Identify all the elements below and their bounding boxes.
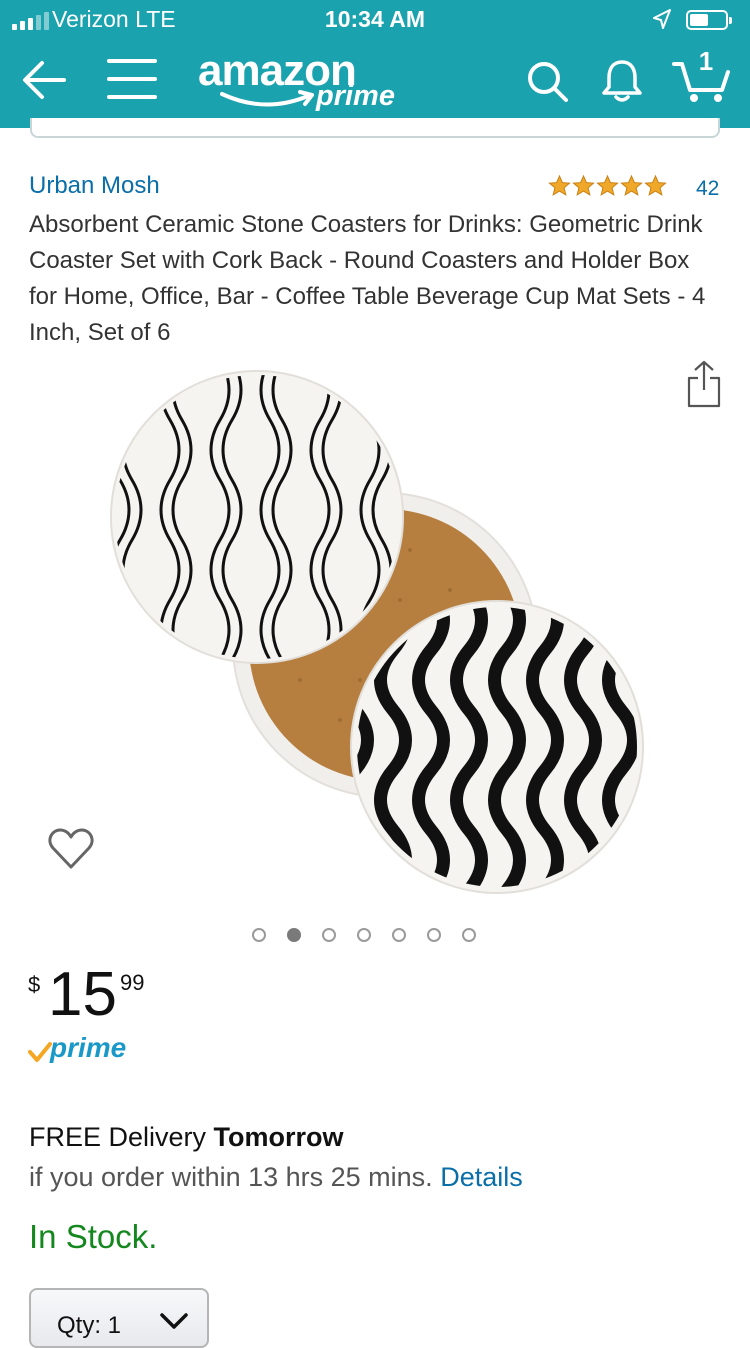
delivery-info: FREE Delivery Tomorrow	[29, 1122, 344, 1153]
carousel-dot[interactable]	[427, 928, 441, 942]
star-icon	[572, 174, 595, 196]
cart-count-badge[interactable]: 1	[694, 46, 718, 77]
star-icon	[644, 174, 667, 196]
carousel-dot[interactable]	[462, 928, 476, 942]
back-arrow-icon[interactable]	[20, 58, 68, 102]
battery-icon	[686, 10, 732, 30]
product-title: Absorbent Ceramic Stone Coasters for Dri…	[29, 211, 706, 346]
logo-prime: prime	[316, 80, 395, 112]
brand-link[interactable]: Urban Mosh	[29, 172, 160, 200]
star-rating[interactable]	[548, 174, 667, 197]
product-image[interactable]	[100, 360, 650, 900]
bell-icon[interactable]	[600, 56, 644, 104]
search-icon[interactable]	[526, 60, 570, 104]
price-fraction: 99	[120, 970, 145, 995]
review-count[interactable]: 42	[696, 177, 719, 201]
image-carousel-dots[interactable]	[252, 928, 476, 942]
star-icon	[548, 174, 571, 196]
carousel-dot[interactable]	[322, 928, 336, 942]
prime-badge-label: prime	[50, 1032, 127, 1063]
location-arrow-icon	[653, 9, 671, 29]
share-icon[interactable]	[686, 360, 722, 408]
wishlist-heart-icon[interactable]	[48, 828, 94, 870]
status-bar: Verizon LTE 10:34 AM	[0, 0, 750, 40]
delivery-prefix: FREE Delivery	[29, 1122, 214, 1152]
order-deadline: if you order within 13 hrs 25 mins. Deta…	[29, 1162, 523, 1193]
carousel-dot[interactable]	[252, 928, 266, 942]
top-nav-bar: amazon prime 1	[0, 40, 750, 128]
star-icon	[620, 174, 643, 196]
star-icon	[596, 174, 619, 196]
order-condition: if you order within 13 hrs 25 mins.	[29, 1162, 433, 1192]
details-link[interactable]: Details	[440, 1162, 523, 1192]
chevron-down-icon	[160, 1313, 188, 1329]
carousel-dot[interactable]	[287, 928, 301, 942]
menu-icon[interactable]	[107, 58, 157, 100]
stock-status: In Stock.	[29, 1218, 158, 1255]
price-whole: 15	[48, 960, 117, 1029]
search-bar-edge[interactable]	[30, 118, 720, 138]
prime-check-icon	[28, 1042, 52, 1062]
carousel-dot[interactable]	[392, 928, 406, 942]
delivery-day: Tomorrow	[213, 1122, 344, 1152]
smile-arrow-icon	[220, 90, 314, 107]
price-currency: $	[28, 972, 41, 997]
carousel-dot[interactable]	[357, 928, 371, 942]
quantity-select[interactable]: Qty: 1	[29, 1288, 209, 1348]
clock: 10:34 AM	[324, 6, 426, 32]
amazon-prime-logo[interactable]: amazon prime	[198, 46, 398, 118]
quantity-label: Qty: 1	[57, 1312, 122, 1339]
